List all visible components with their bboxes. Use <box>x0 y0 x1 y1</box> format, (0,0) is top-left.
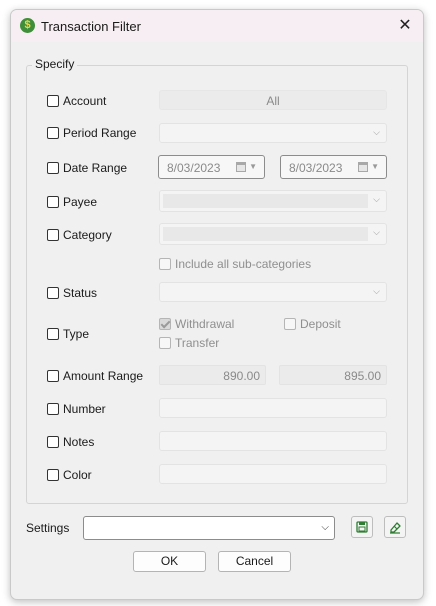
calendar-icon <box>236 162 246 172</box>
notes-checkbox-row[interactable]: Notes <box>47 434 94 450</box>
ok-button[interactable]: OK <box>133 551 206 572</box>
status-select: ⌵ <box>159 282 387 302</box>
payee-checkbox[interactable] <box>47 196 59 208</box>
close-icon: ✕ <box>398 17 412 34</box>
save-icon <box>356 521 368 533</box>
account-label: Account <box>63 94 107 108</box>
calendar-icon <box>358 162 368 172</box>
date-range-checkbox[interactable] <box>47 162 59 174</box>
number-checkbox[interactable] <box>47 403 59 415</box>
category-checkbox[interactable] <box>47 229 59 241</box>
category-input <box>163 227 368 241</box>
period-range-select: ⌵ <box>159 123 387 143</box>
color-checkbox[interactable] <box>47 469 59 481</box>
status-checkbox[interactable] <box>47 287 59 299</box>
include-subcategories-row: Include all sub-categories <box>159 256 311 272</box>
status-label: Status <box>63 286 98 300</box>
category-label: Category <box>63 228 112 242</box>
notes-field <box>159 431 387 451</box>
account-value: All <box>266 94 280 108</box>
include-subcategories-label: Include all sub-categories <box>175 257 312 271</box>
date-to-value: 8/03/2023 <box>289 161 343 175</box>
chevron-down-icon: ▼ <box>371 162 379 171</box>
amount-min-field: 890.00 <box>159 365 266 385</box>
period-range-checkbox-row[interactable]: Period Range <box>47 125 136 141</box>
number-label: Number <box>63 402 106 416</box>
status-checkbox-row[interactable]: Status <box>47 285 97 301</box>
transfer-label: Transfer <box>175 336 220 350</box>
window-title: Transaction Filter <box>41 19 141 34</box>
transfer-checkbox <box>159 337 171 349</box>
period-range-label: Period Range <box>63 126 137 140</box>
title-bar: $ Transaction Filter ✕ <box>11 10 423 42</box>
cancel-button[interactable]: Cancel <box>218 551 291 572</box>
period-range-checkbox[interactable] <box>47 127 59 139</box>
deposit-label: Deposit <box>300 317 341 331</box>
date-to-picker: 8/03/2023 ▼ <box>280 155 387 179</box>
save-settings-button[interactable] <box>351 516 373 538</box>
amount-min-value: 890.00 <box>223 369 260 383</box>
payee-label: Payee <box>63 195 98 209</box>
account-checkbox[interactable] <box>47 95 59 107</box>
type-checkbox[interactable] <box>47 328 59 340</box>
date-range-checkbox-row[interactable]: Date Range <box>47 160 127 176</box>
number-field <box>159 398 387 418</box>
app-icon: $ <box>20 18 35 33</box>
notes-checkbox[interactable] <box>47 436 59 448</box>
payee-combo: ⌵ <box>159 190 387 212</box>
number-checkbox-row[interactable]: Number <box>47 401 106 417</box>
withdrawal-row: Withdrawal <box>159 316 234 332</box>
settings-label: Settings <box>26 521 70 535</box>
close-button[interactable]: ✕ <box>392 14 418 38</box>
color-checkbox-row[interactable]: Color <box>47 467 92 483</box>
eraser-icon <box>390 522 401 534</box>
account-field: All <box>159 90 387 110</box>
color-label: Color <box>63 468 92 482</box>
category-checkbox-row[interactable]: Category <box>47 227 112 243</box>
amount-range-label: Amount Range <box>63 369 144 383</box>
amount-max-field: 895.00 <box>279 365 387 385</box>
amount-range-checkbox-row[interactable]: Amount Range <box>47 368 143 384</box>
withdrawal-label: Withdrawal <box>175 317 235 331</box>
payee-input <box>163 194 368 208</box>
specify-legend: Specify <box>32 57 78 71</box>
chevron-down-icon: ▼ <box>249 162 257 171</box>
chevron-down-icon: ⌵ <box>321 522 329 533</box>
settings-combo[interactable]: ⌵ <box>83 516 335 540</box>
date-range-label: Date Range <box>63 161 128 175</box>
chevron-down-icon: ⌵ <box>373 194 380 204</box>
color-field <box>159 464 387 484</box>
include-subcategories-checkbox <box>159 258 171 270</box>
chevron-down-icon: ⌵ <box>373 227 380 237</box>
deposit-checkbox <box>284 318 296 330</box>
clear-settings-button[interactable] <box>384 516 406 538</box>
chevron-down-icon: ⌵ <box>373 127 380 137</box>
account-checkbox-row[interactable]: Account <box>47 93 106 109</box>
date-from-value: 8/03/2023 <box>167 161 221 175</box>
transfer-row: Transfer <box>159 335 219 351</box>
type-label: Type <box>63 327 90 341</box>
type-checkbox-row[interactable]: Type <box>47 326 89 342</box>
withdrawal-checkbox <box>159 318 171 330</box>
chevron-down-icon: ⌵ <box>373 286 380 296</box>
deposit-row: Deposit <box>284 316 341 332</box>
category-combo: ⌵ <box>159 223 387 245</box>
amount-max-value: 895.00 <box>344 369 381 383</box>
amount-range-checkbox[interactable] <box>47 370 59 382</box>
transaction-filter-dialog: $ Transaction Filter ✕ Specify Account A… <box>10 9 424 600</box>
payee-checkbox-row[interactable]: Payee <box>47 194 97 210</box>
notes-label: Notes <box>63 435 95 449</box>
date-from-picker: 8/03/2023 ▼ <box>158 155 265 179</box>
